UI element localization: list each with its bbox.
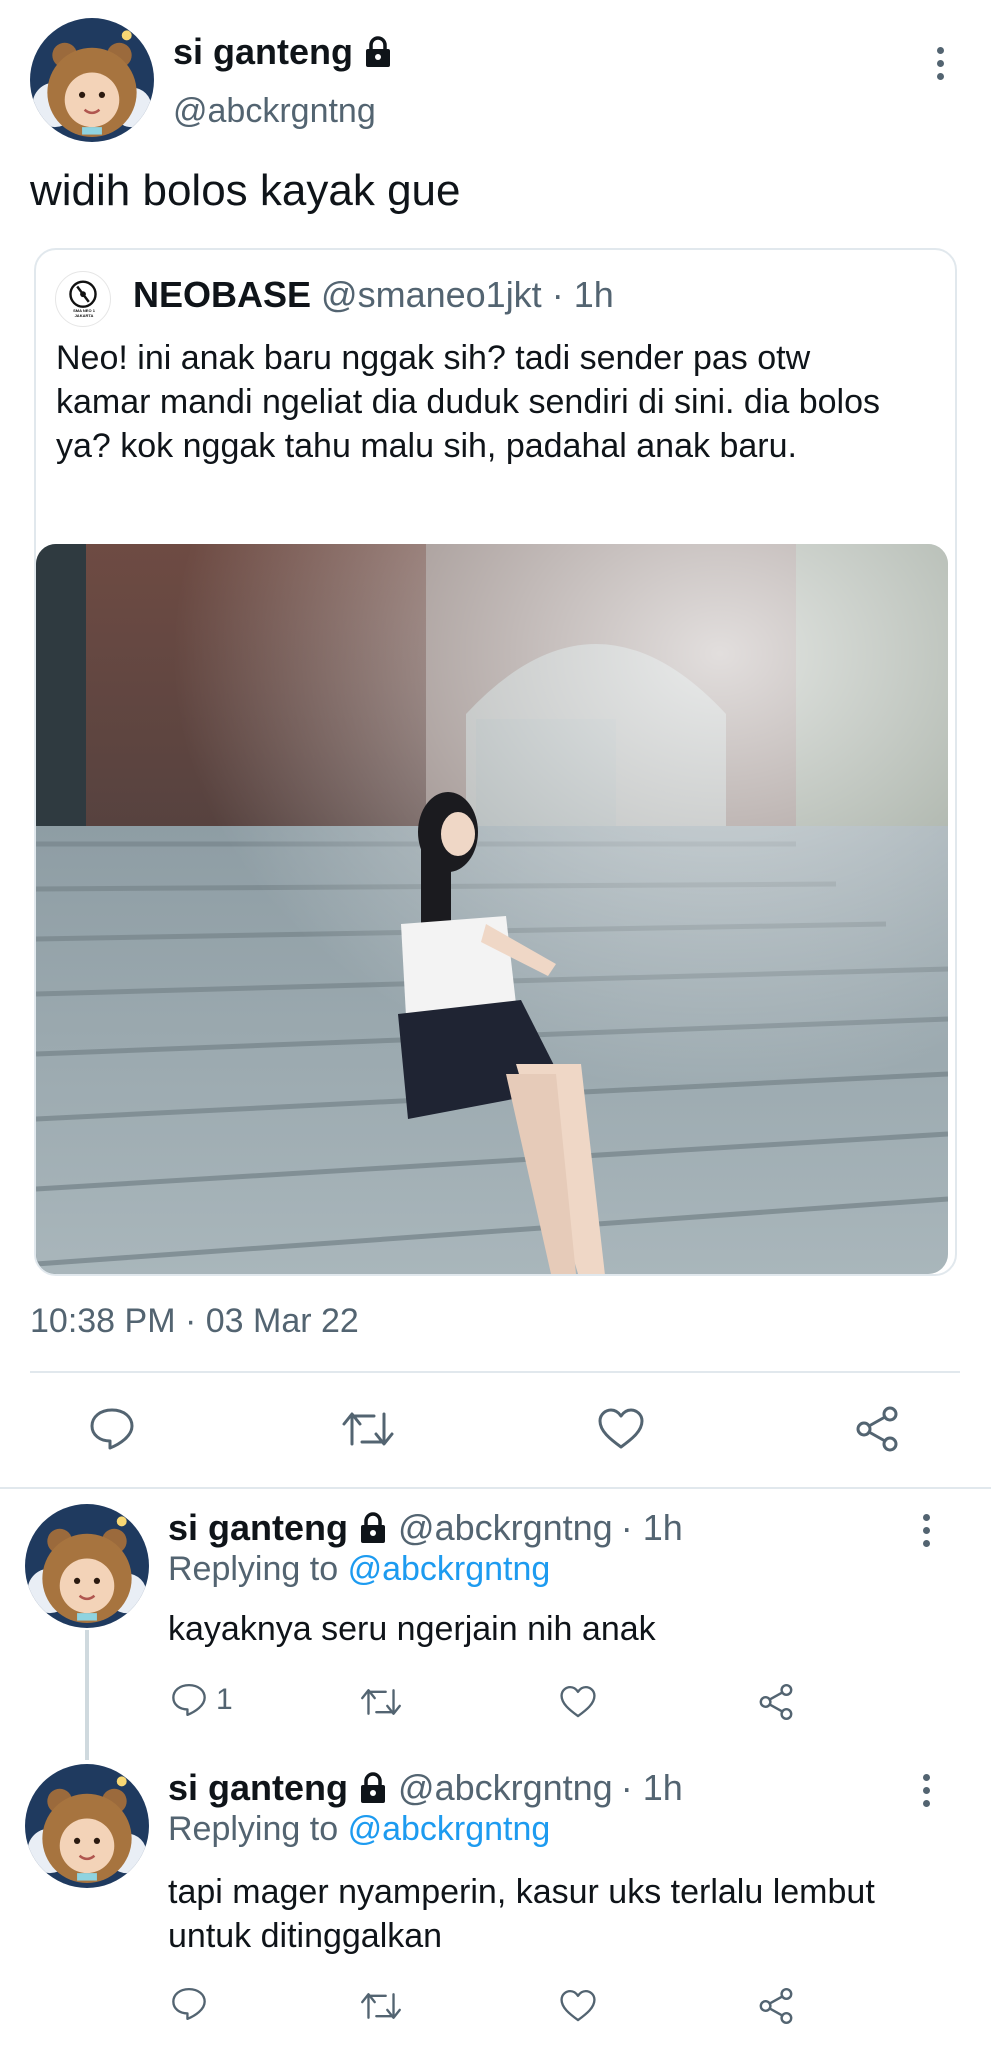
main-timestamp[interactable]: 10:38 PM · 03 Mar 22 [30, 1302, 359, 1341]
lock-icon [363, 36, 393, 68]
lock-icon [358, 1772, 388, 1804]
reply-1-time: · 1h [620, 1507, 683, 1548]
timestamp-divider [30, 1371, 960, 1373]
three-dots-vertical-icon [936, 47, 944, 54]
reply-2-more-menu[interactable] [920, 1774, 932, 1807]
reply-1-reply-button[interactable]: 1 [170, 1682, 233, 1718]
reply-2-replying-to: Replying to @abckrgntng [168, 1810, 551, 1848]
reply-1-mention-link[interactable]: @abckrgntng [348, 1550, 551, 1588]
thread-line [85, 1630, 89, 1760]
section-divider [0, 1487, 991, 1489]
quoted-handle[interactable]: @smaneo1jkt [321, 274, 542, 315]
reply-1-handle[interactable]: @abckrgntng [398, 1507, 613, 1549]
reply-1-reply-count: 1 [216, 1683, 233, 1716]
main-reply-button[interactable] [88, 1406, 136, 1452]
speech-bubble-icon [172, 1987, 206, 2021]
share-icon [759, 1684, 793, 1720]
main-retweet-button[interactable] [340, 1406, 396, 1452]
quoted-avatar-caption: SMA NEO 1 JAKARTA [73, 308, 95, 318]
reply-1-author-row: si ganteng @abckrgntng · 1h [168, 1506, 683, 1550]
reply-2-share-button[interactable] [756, 1986, 796, 2026]
reply-1-share-button[interactable] [756, 1682, 796, 1722]
quoted-author-row: NEOBASE @smaneo1jkt · 1h [133, 274, 614, 316]
retweet-icon [361, 1993, 401, 2019]
quoted-tweet-text: Neo! ini anak baru nggak sih? tadi sende… [56, 339, 881, 465]
reply-2-avatar[interactable] [25, 1764, 149, 1888]
reply-1-more-menu[interactable] [920, 1514, 932, 1547]
share-icon [759, 1988, 793, 2024]
lock-icon [358, 1512, 388, 1544]
reply-1-text: kayaknya seru ngerjain nih anak [168, 1610, 656, 1648]
reply-1-replying-to: Replying to @abckrgntng [168, 1550, 551, 1588]
main-author-row: si ganteng [173, 30, 393, 74]
heart-icon [560, 1685, 596, 1718]
quoted-display-name[interactable]: NEOBASE [133, 274, 311, 315]
reply-1-avatar[interactable] [25, 1504, 149, 1628]
heart-icon [560, 1989, 596, 2022]
reply-1-display-name[interactable]: si ganteng [168, 1507, 348, 1549]
reply-2-time: · 1h [620, 1767, 683, 1808]
three-dots-vertical-icon [922, 1774, 930, 1781]
main-share-button[interactable] [852, 1404, 902, 1454]
reply-2-display-name[interactable]: si ganteng [168, 1767, 348, 1809]
quoted-avatar[interactable] [55, 271, 111, 327]
main-like-button[interactable] [596, 1406, 646, 1452]
main-handle[interactable]: @abckrgntng [173, 92, 376, 131]
quoted-time: · 1h [551, 274, 614, 315]
reply-2-retweet-button[interactable] [358, 1988, 404, 2024]
three-dots-vertical-icon [922, 1514, 930, 1521]
reply-2-author-row: si ganteng @abckrgntng · 1h [168, 1766, 683, 1810]
heart-icon [598, 1408, 644, 1449]
quoted-tweet-photo[interactable] [36, 544, 948, 1274]
retweet-icon [342, 1412, 394, 1446]
main-avatar[interactable] [30, 18, 154, 142]
reply-2-reply-button[interactable] [170, 1986, 208, 2022]
main-display-name[interactable]: si ganteng [173, 31, 353, 73]
reply-2-text: tapi mager nyamperin, kasur uks terlalu … [168, 1873, 875, 1955]
speech-bubble-icon [90, 1408, 134, 1450]
main-more-menu[interactable] [934, 47, 946, 80]
main-tweet-text: widih bolos kayak gue [30, 166, 461, 215]
reply-2-handle[interactable]: @abckrgntng [398, 1767, 613, 1809]
reply-1-like-button[interactable] [558, 1684, 598, 1720]
reply-1-retweet-button[interactable] [358, 1684, 404, 1720]
share-icon [856, 1406, 898, 1452]
reply-2-mention-link[interactable]: @abckrgntng [348, 1810, 551, 1848]
speech-bubble-icon [172, 1683, 206, 1717]
reply-2-like-button[interactable] [558, 1988, 598, 2024]
retweet-icon [361, 1689, 401, 1715]
steps-photo-image [36, 544, 948, 1274]
